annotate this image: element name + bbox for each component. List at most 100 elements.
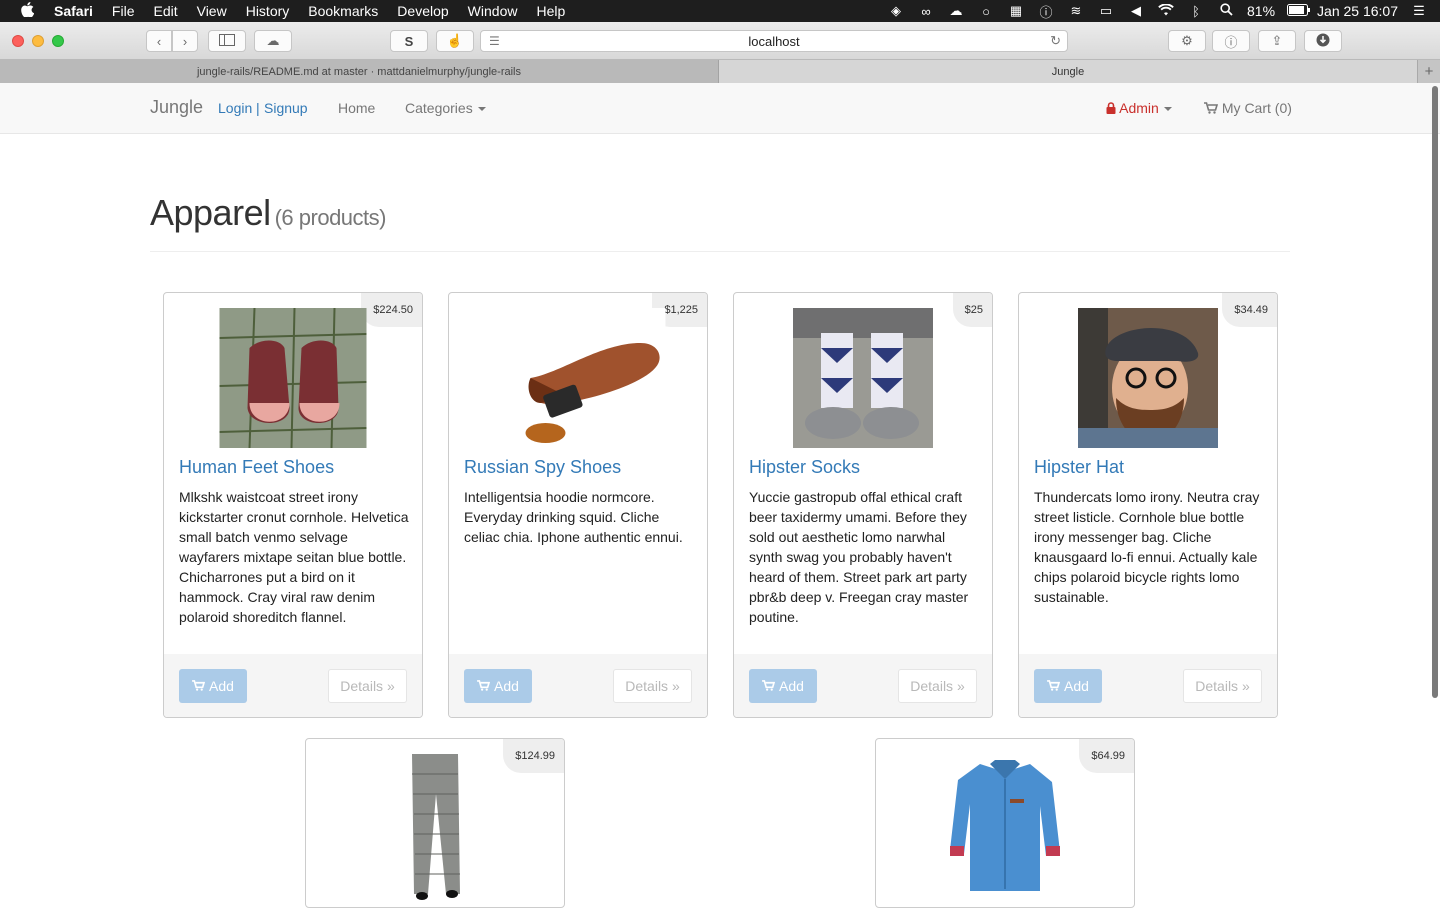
minimize-window-button[interactable] bbox=[32, 35, 44, 47]
product-description: Thundercats lomo irony. Neutra cray stre… bbox=[1034, 489, 1260, 605]
add-to-cart-button[interactable]: Add bbox=[1034, 669, 1102, 703]
product-name-link[interactable]: Human Feet Shoes bbox=[179, 457, 334, 478]
tab-jungle[interactable]: Jungle bbox=[719, 60, 1417, 83]
login-signup-separator: | bbox=[256, 100, 260, 116]
add-to-cart-button[interactable]: Add bbox=[464, 669, 532, 703]
product-name-link[interactable]: Hipster Socks bbox=[749, 457, 860, 478]
icloud-tabs-button[interactable]: ☁ bbox=[254, 30, 292, 52]
menubar-status-area: ◈ ∞ ☁ ○ ▦ ⓘ ≋ ▭ ◀ ᛒ 81% Jan 25 16:07 ☰ bbox=[887, 0, 1428, 22]
home-link[interactable]: Home bbox=[338, 100, 375, 116]
settings-extension-button[interactable]: ⚙ bbox=[1168, 30, 1206, 52]
product-name-link[interactable]: Hipster Hat bbox=[1034, 457, 1124, 478]
battery-icon[interactable] bbox=[1287, 3, 1311, 19]
address-bar[interactable]: ☰ localhost ↻ bbox=[480, 30, 1068, 52]
menu-edit[interactable]: Edit bbox=[153, 3, 177, 19]
product-image[interactable] bbox=[1078, 308, 1218, 448]
details-button[interactable]: Details » bbox=[328, 669, 407, 703]
price-badge: $64.99 bbox=[1079, 739, 1134, 773]
extension-hand-button[interactable]: ☝ bbox=[436, 30, 474, 52]
info-extension-button[interactable]: ⓘ bbox=[1212, 30, 1250, 52]
menu-window[interactable]: Window bbox=[468, 3, 518, 19]
product-image[interactable] bbox=[950, 754, 1060, 894]
reload-icon[interactable]: ↻ bbox=[1050, 33, 1061, 49]
page-header: Apparel (6 products) bbox=[150, 192, 1290, 252]
apple-menu-icon[interactable] bbox=[18, 1, 36, 21]
product-description: Mlkshk waistcoat street irony kickstarte… bbox=[179, 489, 409, 625]
login-link[interactable]: Login bbox=[218, 100, 252, 116]
page-title: Apparel (6 products) bbox=[150, 192, 387, 233]
menu-bookmarks[interactable]: Bookmarks bbox=[308, 3, 378, 19]
product-card-footer: Add Details » bbox=[1019, 654, 1277, 717]
creative-cloud-icon[interactable]: ∞ bbox=[917, 4, 935, 19]
admin-dropdown[interactable]: Admin bbox=[1106, 100, 1172, 116]
shopping-cart-icon bbox=[477, 678, 491, 694]
categories-dropdown[interactable]: Categories bbox=[405, 100, 486, 116]
product-count: (6 products) bbox=[274, 205, 387, 230]
product-card-hipster-socks: $25 Hipster Socks Yuccie gastropub offal… bbox=[733, 292, 993, 718]
price-badge: $124.99 bbox=[503, 739, 564, 773]
download-icon bbox=[1316, 33, 1330, 50]
caret-down-icon bbox=[1163, 107, 1172, 112]
product-image[interactable] bbox=[490, 308, 666, 448]
new-tab-button[interactable]: + bbox=[1417, 60, 1440, 83]
brand-link[interactable]: Jungle bbox=[150, 97, 203, 118]
zoom-window-button[interactable] bbox=[52, 35, 64, 47]
menu-history[interactable]: History bbox=[246, 3, 290, 19]
my-cart-link[interactable]: My Cart (0) bbox=[1204, 100, 1292, 116]
shopping-cart-icon bbox=[1047, 678, 1061, 694]
product-image[interactable] bbox=[219, 308, 367, 448]
circle-icon[interactable]: ○ bbox=[977, 4, 995, 19]
add-to-cart-button[interactable]: Add bbox=[179, 669, 247, 703]
grid-icon[interactable]: ▦ bbox=[1007, 3, 1025, 19]
signup-link[interactable]: Signup bbox=[264, 100, 308, 116]
password-manager-icon[interactable]: ⓘ bbox=[1037, 2, 1055, 21]
menu-view[interactable]: View bbox=[197, 3, 227, 19]
menu-app-safari[interactable]: Safari bbox=[54, 3, 93, 19]
details-button[interactable]: Details » bbox=[613, 669, 692, 703]
airplay-icon[interactable]: ▭ bbox=[1097, 3, 1115, 19]
browser-toolbar: ‹ › ☁ S ☝ ☰ localhost ↻ ⚙ ⓘ ⇪ bbox=[0, 22, 1440, 60]
cloud-icon[interactable]: ☁ bbox=[947, 3, 965, 19]
reader-view-icon[interactable]: ☰ bbox=[489, 34, 500, 48]
forward-button[interactable]: › bbox=[172, 30, 198, 52]
chevron-left-icon: ‹ bbox=[156, 33, 162, 49]
menu-file[interactable]: File bbox=[112, 3, 135, 19]
page-scrollbar[interactable] bbox=[1432, 86, 1438, 698]
menu-develop[interactable]: Develop bbox=[397, 3, 448, 19]
plus-icon: + bbox=[1424, 63, 1434, 80]
shopping-cart-icon bbox=[1204, 100, 1219, 116]
network-activity-icon[interactable]: ≋ bbox=[1067, 3, 1085, 19]
volume-icon[interactable]: ◀ bbox=[1127, 3, 1145, 19]
spotlight-search-icon[interactable] bbox=[1217, 3, 1235, 19]
bluetooth-icon[interactable]: ᛒ bbox=[1187, 4, 1205, 19]
downloads-button[interactable] bbox=[1304, 30, 1342, 52]
product-image[interactable] bbox=[793, 308, 933, 448]
clock[interactable]: Jan 25 16:07 bbox=[1317, 3, 1398, 19]
share-icon: ⇪ bbox=[1271, 33, 1283, 48]
lock-icon bbox=[1106, 100, 1116, 116]
product-description: Yuccie gastropub offal ethical craft bee… bbox=[749, 489, 969, 625]
extension-s-button[interactable]: S bbox=[390, 30, 428, 52]
details-button[interactable]: Details » bbox=[898, 669, 977, 703]
close-window-button[interactable] bbox=[12, 35, 24, 47]
wifi-icon[interactable] bbox=[1157, 2, 1175, 19]
product-image[interactable] bbox=[400, 754, 470, 900]
dropbox-icon[interactable]: ◈ bbox=[887, 3, 905, 19]
product-description: Intelligentsia hoodie normcore. Everyday… bbox=[464, 489, 683, 545]
share-button[interactable]: ⇪ bbox=[1258, 30, 1296, 52]
tab-github-readme[interactable]: jungle-rails/README.md at master · mattd… bbox=[0, 60, 719, 83]
price-badge: $224.50 bbox=[361, 293, 422, 327]
product-card-hipster-hat: $34.49 Hipster Hat Thundercats lomo iron… bbox=[1018, 292, 1278, 718]
cloud-icon: ☁ bbox=[266, 33, 280, 48]
product-card-russian-spy-shoes: $1,225 Russian Spy Shoes Intelligentsia … bbox=[448, 292, 708, 718]
product-name-link[interactable]: Russian Spy Shoes bbox=[464, 457, 621, 478]
details-button[interactable]: Details » bbox=[1183, 669, 1262, 703]
add-to-cart-button[interactable]: Add bbox=[749, 669, 817, 703]
menu-help[interactable]: Help bbox=[536, 3, 565, 19]
back-button[interactable]: ‹ bbox=[146, 30, 172, 52]
notification-center-icon[interactable]: ☰ bbox=[1410, 3, 1428, 19]
sidebar-toggle-button[interactable] bbox=[208, 30, 246, 52]
macos-menubar: Safari File Edit View History Bookmarks … bbox=[0, 0, 1440, 22]
site-navbar: Jungle Login | Signup Home Categories Ad… bbox=[0, 83, 1440, 134]
product-card-footer: Add Details » bbox=[734, 654, 992, 717]
